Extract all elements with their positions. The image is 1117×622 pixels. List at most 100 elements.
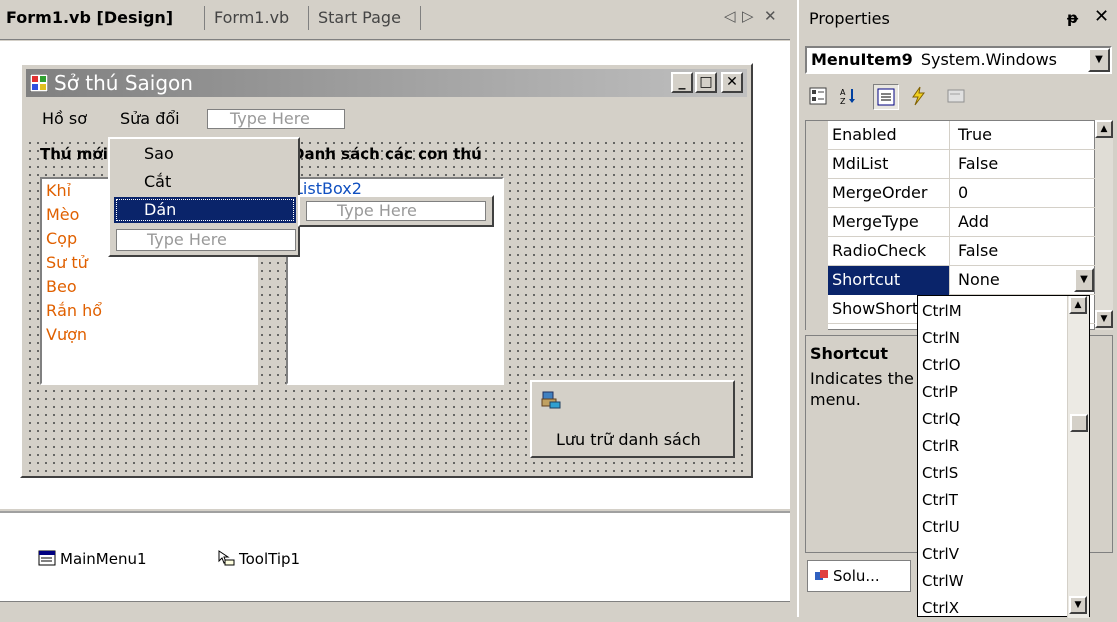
menu-item-cat[interactable]: Cắt	[114, 169, 296, 195]
label-new-animal: Thú mới	[40, 145, 108, 163]
object-selector[interactable]: MenuItem9 System.Windows ▼	[805, 46, 1112, 74]
scroll-down-icon[interactable]: ▼	[1095, 310, 1113, 328]
property-value[interactable]: False	[952, 150, 1096, 179]
list-item[interactable]: Mèo	[46, 205, 79, 224]
tray-item-mainmenu[interactable]: MainMenu1	[38, 550, 147, 568]
list-item[interactable]: CtrlW	[922, 568, 964, 595]
list-item[interactable]: Sư tử	[46, 253, 88, 272]
tab-start-page[interactable]: Start Page	[318, 8, 401, 27]
object-type: System.Windows	[920, 50, 1057, 69]
designed-form[interactable]: Sở thú Saigon _ □ ✕ Hồ sơ Sửa đổi Type H…	[20, 63, 753, 478]
property-row[interactable]: MdiList False	[806, 150, 1096, 179]
tab-separator	[420, 6, 421, 30]
form-titlebar: Sở thú Saigon _ □ ✕	[26, 69, 747, 97]
description-text: Indicates the menu.	[810, 369, 914, 409]
document-tab-strip: Form1.vb [Design] Form1.vb Start Page ◁ …	[0, 0, 790, 40]
list-item[interactable]: CtrlR	[922, 433, 959, 460]
svg-text:Z: Z	[840, 97, 846, 105]
solution-icon	[815, 570, 828, 580]
list-item[interactable]: CtrlU	[922, 514, 960, 541]
list-item[interactable]: Khỉ	[46, 181, 71, 200]
maximize-button[interactable]: □	[695, 72, 717, 93]
properties-title: Properties	[809, 9, 890, 28]
list-item[interactable]: CtrlQ	[922, 406, 961, 433]
list-item[interactable]: Cọp	[46, 229, 77, 248]
menu-item-dan[interactable]: Dán	[114, 197, 296, 223]
property-name: MergeType	[828, 208, 950, 237]
submenu-type-here[interactable]: Type Here	[306, 201, 486, 221]
scroll-up-icon[interactable]: ▲	[1069, 296, 1087, 314]
property-row[interactable]: MergeType Add	[806, 208, 1096, 237]
form-title: Sở thú Saigon	[54, 71, 193, 95]
tab-form1-design[interactable]: Form1.vb [Design]	[6, 8, 173, 27]
chevron-down-icon[interactable]: ▼	[1074, 268, 1094, 292]
list-item[interactable]: Vượn	[46, 325, 87, 344]
list-item[interactable]: CtrlX	[922, 595, 959, 622]
list-item[interactable]: CtrlS	[922, 460, 958, 487]
property-row[interactable]: MergeOrder 0	[806, 179, 1096, 208]
tray-item-label: MainMenu1	[60, 550, 147, 568]
menu-type-here[interactable]: Type Here	[207, 109, 345, 129]
categorized-icon[interactable]	[805, 84, 831, 110]
description-title: Shortcut	[810, 344, 888, 363]
list-item[interactable]: Beo	[46, 277, 77, 296]
shortcut-dropdown-list: CtrlM CtrlN CtrlO CtrlP CtrlQ CtrlR Ctrl…	[917, 295, 1090, 618]
property-pages-icon[interactable]	[943, 84, 969, 110]
list-item[interactable]: CtrlT	[922, 487, 958, 514]
menu-ho-so[interactable]: Hồ sơ	[42, 109, 87, 128]
menu-item-sao[interactable]: Sao	[114, 141, 296, 167]
label-animal-list: Danh sách các con thú	[292, 145, 482, 163]
events-lightning-icon[interactable]	[905, 84, 931, 110]
chevron-down-icon[interactable]: ▼	[1088, 48, 1110, 72]
close-document-icon[interactable]: ✕	[764, 7, 777, 25]
menu-icon	[38, 550, 56, 566]
tray-item-label: ToolTip1	[239, 550, 301, 568]
save-list-label: Lưu trữ danh sách	[556, 430, 701, 449]
list-item[interactable]: CtrlM	[922, 298, 962, 325]
submenu-box: Type Here	[298, 195, 494, 227]
tab-form1-code[interactable]: Form1.vb	[214, 8, 289, 27]
property-row[interactable]: RadioCheck False	[806, 237, 1096, 266]
form-app-icon	[30, 74, 48, 92]
dropdown-type-here[interactable]: Type Here	[116, 229, 296, 251]
property-row[interactable]: Enabled True	[806, 121, 1096, 150]
list-item[interactable]: CtrlV	[922, 541, 959, 568]
list-item[interactable]: CtrlO	[922, 352, 961, 379]
properties-header: Properties ᵽ ✕	[799, 0, 1117, 36]
object-name: MenuItem9	[811, 50, 913, 69]
save-icon	[541, 391, 561, 409]
list-item[interactable]: CtrlN	[922, 325, 960, 352]
alphabetical-icon[interactable]: AZ	[835, 84, 861, 110]
properties-view-icon[interactable]	[873, 84, 899, 110]
tab-solution-explorer[interactable]: Solu...	[807, 560, 911, 592]
scroll-thumb[interactable]	[1070, 414, 1088, 432]
scroll-down-icon[interactable]: ▼	[1069, 596, 1087, 614]
property-value[interactable]: False	[952, 237, 1096, 266]
list-item[interactable]: Rắn hổ	[46, 301, 102, 320]
property-name: RadioCheck	[828, 237, 950, 266]
property-value[interactable]: True	[952, 121, 1096, 150]
pin-icon[interactable]: ᵽ	[1067, 9, 1078, 27]
tab-solution-label: Solu...	[833, 567, 880, 585]
scroll-tabs-left-icon[interactable]: ◁	[724, 7, 736, 25]
property-name: Enabled	[828, 121, 950, 150]
menu-sua-doi[interactable]: Sửa đổi	[120, 109, 180, 128]
minimize-button[interactable]: _	[671, 72, 693, 93]
tray-item-tooltip[interactable]: ToolTip1	[217, 550, 300, 568]
close-panel-icon[interactable]: ✕	[1094, 6, 1109, 27]
save-list-button[interactable]: Lưu trữ danh sách	[530, 380, 735, 458]
property-value[interactable]: Add	[952, 208, 1096, 237]
tab-separator	[308, 6, 309, 30]
shortcut-list-scrollbar[interactable]: ▲ ▼	[1067, 296, 1089, 618]
property-row-shortcut[interactable]: Shortcut None ▼	[806, 266, 1096, 295]
bottom-strip	[0, 601, 790, 617]
list-item[interactable]: CtrlP	[922, 379, 958, 406]
scroll-up-icon[interactable]: ▲	[1095, 120, 1113, 138]
property-name: MdiList	[828, 150, 950, 179]
property-value[interactable]: 0	[952, 179, 1096, 208]
property-name: MergeOrder	[828, 179, 950, 208]
scroll-tabs-right-icon[interactable]: ▷	[742, 7, 754, 25]
close-button[interactable]: ✕	[721, 72, 743, 93]
property-grid-scrollbar[interactable]: ▲ ▼	[1095, 120, 1113, 330]
property-name: Shortcut	[828, 266, 950, 295]
